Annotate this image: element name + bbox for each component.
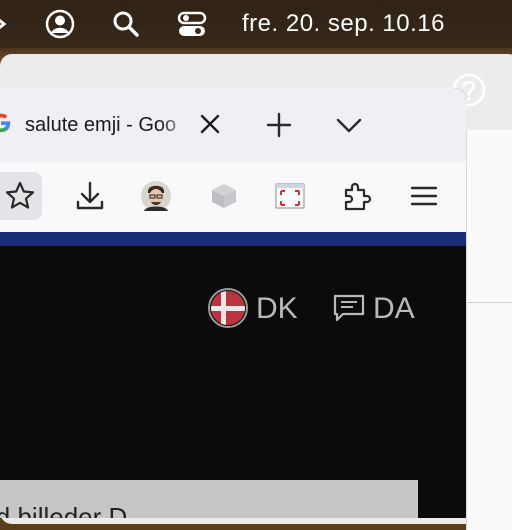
language-selector[interactable]: DA (373, 292, 415, 326)
menu-bar-clock[interactable]: fre. 20. sep. 10.16 (242, 10, 445, 38)
chevron-icon[interactable] (0, 8, 18, 40)
control-center-icon[interactable] (176, 8, 208, 40)
puzzle-extensions-icon[interactable] (340, 180, 372, 212)
denmark-flag-icon[interactable] (208, 288, 248, 328)
chevron-down-icon[interactable] (336, 112, 362, 138)
star-icon[interactable] (4, 180, 36, 212)
tab-title: salute emji - Goo (25, 114, 177, 136)
menu-icon[interactable] (408, 180, 440, 212)
profile-avatar[interactable] (140, 180, 172, 212)
chat-bubble-icon[interactable] (333, 294, 365, 322)
browser-window: salute emji - Goo DK DA id billeder D (0, 88, 466, 518)
menu-bar: fre. 20. sep. 10.16 (0, 0, 512, 48)
tab-strip: salute emji - Goo (0, 88, 466, 162)
web-page-content (0, 246, 466, 518)
site-header-bar (0, 232, 466, 246)
content-panel-text: id billeder D (0, 502, 128, 518)
search-icon[interactable] (110, 8, 142, 40)
google-g-icon (0, 113, 11, 133)
download-icon[interactable] (74, 180, 106, 212)
cube-extension-icon[interactable] (208, 180, 240, 212)
screen-frame-extension-icon[interactable] (274, 180, 306, 212)
divider (466, 302, 512, 303)
background-side-panel (466, 130, 512, 530)
active-tab[interactable]: salute emji - Goo (0, 88, 226, 162)
new-tab-icon[interactable] (266, 112, 292, 138)
user-circle-icon[interactable] (44, 8, 76, 40)
close-tab-icon[interactable] (198, 112, 222, 136)
content-panel: id billeder D (0, 480, 418, 518)
country-selector[interactable]: DK (256, 292, 298, 326)
